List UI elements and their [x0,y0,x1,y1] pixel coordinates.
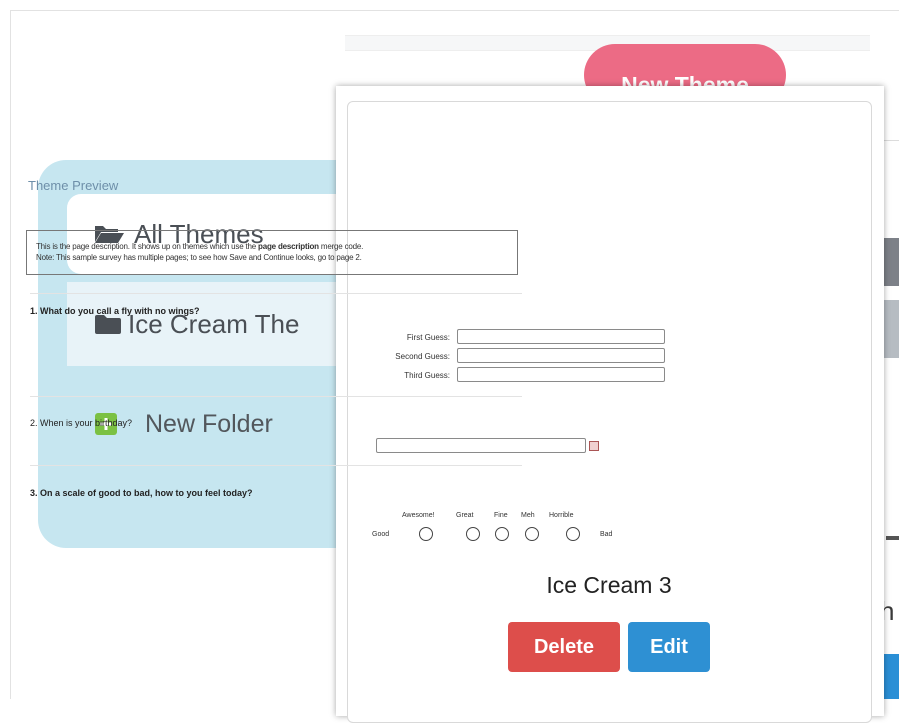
new-folder-label: New Folder [145,409,273,438]
question-3-title: 3. On a scale of good to bad, how to you… [30,488,253,498]
page-description-box: This is the page description. It shows u… [26,230,518,275]
scale-radio-fine[interactable] [495,527,509,541]
description-line-1: This is the page description. It shows u… [36,242,364,251]
section-divider [30,293,522,294]
scale-option-label: Awesome! [402,512,435,519]
birthday-input[interactable] [376,438,586,453]
description-line-2: Note: This sample survey has multiple pa… [36,253,362,262]
second-guess-label: Second Guess: [395,352,450,361]
section-divider [30,396,522,397]
section-divider [30,465,522,466]
delete-theme-button[interactable]: Delete [508,622,620,672]
scale-option-label: Great [456,512,474,519]
second-guess-input[interactable] [457,348,665,363]
question-2-title: 2. When is your birthday? [30,418,133,428]
third-guess-label: Third Guess: [404,371,450,380]
scale-option-label: Horrible [549,512,574,519]
scale-option-label: Fine [494,512,508,519]
scale-radio-meh[interactable] [525,527,539,541]
scale-option-label: Meh [521,512,535,519]
background-panel-mark [886,536,899,540]
scale-left-label: Good [372,531,390,538]
theme-name: Ice Cream 3 [546,572,672,598]
folder-icon [95,314,121,334]
question-1-title: 1. What do you call a fly with no wings? [30,306,200,316]
scale-radio-horrible[interactable] [566,527,580,541]
third-guess-input[interactable] [457,367,665,382]
edit-theme-button[interactable]: Edit [628,622,710,672]
scale-right-label: Bad [600,531,613,538]
scale-radio-great[interactable] [466,527,480,541]
first-guess-input[interactable] [457,329,665,344]
first-guess-label: First Guess: [406,333,450,342]
top-divider [10,10,899,11]
left-divider [10,10,11,699]
theme-preview-title: Theme Preview [28,178,119,193]
calendar-icon[interactable] [589,441,599,451]
scale-radio-awesome[interactable] [419,527,433,541]
